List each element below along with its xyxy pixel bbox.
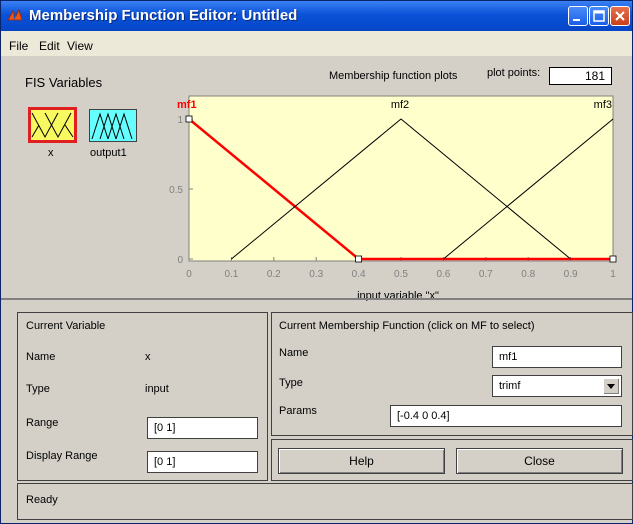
mf-vertex-handle[interactable] [185, 115, 193, 123]
x-tick-label: 0.6 [436, 269, 450, 280]
x-tick-label: 0.2 [267, 269, 281, 280]
display-range-input[interactable]: [0 1] [147, 451, 258, 473]
x-tick-label: 0.3 [309, 269, 323, 280]
variable-type-label: Type [26, 383, 50, 395]
y-tick-label: 1 [177, 115, 183, 126]
current-mf-panel: Current Membership Function (click on MF… [271, 312, 633, 436]
mf-editor-window: Membership Function Editor: Untitled Fil… [0, 0, 633, 524]
params-input[interactable]: [-0.4 0 0.4] [390, 405, 622, 427]
x-tick-label: 0.9 [564, 269, 578, 280]
params-label: Params [279, 405, 317, 417]
mf-plot-area[interactable]: 0 0.1 0.2 0.3 0.4 0.5 0.6 0.7 0.8 0.9 1 0 0.5 1 mf1 mf… [1, 1, 633, 301]
current-mf-heading: Current Membership Function (click on MF… [279, 320, 535, 332]
status-text: Ready [26, 494, 58, 506]
range-label: Range [26, 417, 59, 429]
variable-type-value: input [145, 383, 169, 395]
mf-vertex-handle[interactable] [355, 255, 363, 263]
x-tick-label: 0 [186, 269, 192, 280]
mf-label-mf1[interactable]: mf1 [177, 99, 197, 111]
mf-label-mf2[interactable]: mf2 [391, 99, 409, 111]
mf-name-label: Name [279, 347, 309, 359]
x-tick-label: 0.1 [224, 269, 238, 280]
variable-name-label: Name [26, 351, 56, 363]
mf-type-label: Type [279, 377, 303, 389]
mf-type-value: trimf [499, 380, 521, 392]
divider [1, 298, 632, 300]
current-variable-heading: Current Variable [26, 320, 106, 332]
x-tick-label: 0.7 [479, 269, 493, 280]
x-tick-label: 0.8 [521, 269, 535, 280]
variable-name-value: x [145, 351, 151, 363]
plot-background [188, 95, 614, 262]
mf-name-input[interactable]: mf1 [492, 346, 622, 368]
x-tick-label: 0.5 [394, 269, 408, 280]
display-range-label: Display Range [26, 450, 98, 462]
y-tick-label: 0.5 [169, 185, 183, 196]
mf-type-dropdown[interactable]: trimf [492, 375, 622, 397]
dropdown-arrow[interactable] [603, 378, 619, 394]
y-tick-label: 0 [177, 255, 183, 266]
mf-vertex-handle[interactable] [609, 255, 617, 263]
chevron-down-icon [607, 384, 615, 389]
range-input[interactable]: [0 1] [147, 417, 258, 439]
x-tick-label: 0.4 [352, 269, 366, 280]
mf-label-mf3[interactable]: mf3 [594, 99, 612, 111]
close-button[interactable]: Close [456, 448, 623, 474]
x-tick-label: 1 [610, 269, 616, 280]
status-bar: Ready [17, 483, 633, 520]
help-button[interactable]: Help [278, 448, 445, 474]
current-variable-panel: Current Variable Name x Type input Range… [17, 312, 268, 481]
button-panel: Help Close [271, 439, 633, 481]
